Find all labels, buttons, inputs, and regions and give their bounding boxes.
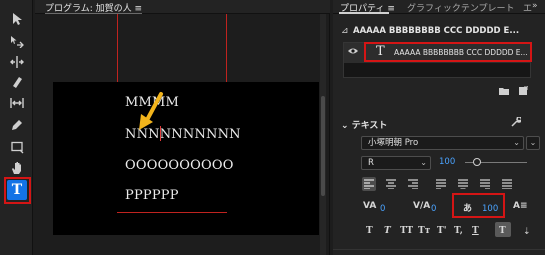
font-family-dropdown[interactable]: 小塚明朝 Pro ⌄ — [361, 136, 524, 150]
razor-icon — [13, 77, 22, 88]
ripple-edit-tool[interactable] — [7, 52, 27, 72]
justify-center-icon — [458, 179, 468, 189]
font-family-value: 小塚明朝 Pro — [368, 138, 419, 148]
panel-divider — [333, 249, 545, 250]
faux-italic-button[interactable]: T — [384, 226, 391, 236]
font-menu-button[interactable]: ⌄ — [526, 136, 540, 150]
ripple-icon — [10, 56, 24, 68]
graphic-clip-icon: ⊿ — [341, 26, 349, 36]
panel-tab-bar: プロパティ ≡ グラフィックテンプレート エ » — [333, 0, 545, 14]
font-size-value[interactable]: 100 — [439, 157, 455, 167]
chevron-down-icon[interactable]: ⌄ — [341, 121, 352, 131]
text-layer-icon: T — [376, 44, 385, 59]
rectangle-icon — [11, 141, 24, 154]
slip-icon — [10, 98, 24, 108]
kerning-value[interactable]: 0 — [431, 204, 436, 214]
subscript-button[interactable]: T, — [454, 226, 463, 236]
font-style-dropdown[interactable]: R ⌄ — [361, 156, 431, 170]
new-layer-icon[interactable] — [519, 85, 529, 98]
eye-icon[interactable] — [348, 47, 358, 58]
all-caps-button[interactable]: TT — [400, 226, 413, 236]
arrow-icon — [13, 13, 22, 25]
track-select-icon — [11, 36, 24, 48]
video-text-line: PPPPPP — [125, 188, 179, 203]
razor-tool[interactable] — [7, 72, 27, 92]
annotation-arrow — [139, 92, 163, 130]
justify-right-icon — [480, 179, 490, 189]
layer-list: T AAAAA BBBBBBBB CCC DDDDD E... — [343, 42, 531, 78]
underline-button[interactable]: T — [472, 226, 479, 236]
pen-icon — [12, 120, 22, 130]
faux-bold-button[interactable]: T — [366, 226, 373, 236]
monitor-scrollbar[interactable] — [320, 14, 326, 255]
font-style-value: R — [368, 158, 374, 168]
justify-right-button[interactable] — [478, 177, 492, 191]
align-center-button[interactable] — [384, 177, 398, 191]
chevron-down-icon: ⌄ — [513, 138, 520, 147]
hand-tool[interactable] — [7, 158, 27, 178]
track-select-tool[interactable] — [7, 31, 27, 51]
slip-tool[interactable] — [7, 93, 27, 113]
monitor-tab-bar: プログラム: 加賀の人 ≡ — [35, 0, 330, 14]
leading-icon: A≡ — [513, 201, 528, 211]
vertical-text-icon[interactable]: ⇣ — [523, 227, 531, 237]
chevron-down-icon: ⌄ — [420, 158, 427, 167]
program-monitor: プログラム: 加賀の人 ≡ MMMM NNNNNNNNNN OOOOOOOOOO… — [35, 0, 330, 255]
selection-tool[interactable] — [7, 9, 27, 29]
align-left-icon — [364, 179, 374, 189]
justify-center-button[interactable] — [456, 177, 470, 191]
align-right-button[interactable] — [406, 177, 420, 191]
clip-title: AAAAA BBBBBBBB CCC DDDDD E... — [353, 26, 520, 36]
tate-chu-yoko-button[interactable]: T — [499, 226, 506, 236]
justify-all-button[interactable] — [500, 177, 514, 191]
wrench-icon[interactable] — [511, 116, 523, 130]
justify-left-icon — [436, 179, 446, 189]
text-section-title: テキスト — [351, 121, 388, 131]
more-tabs-icon[interactable]: » — [532, 1, 538, 11]
video-frame[interactable]: MMMM NNNNNNNNNN OOOOOOOOOO PPPPPP — [53, 82, 319, 235]
tab-graphic-templates[interactable]: グラフィックテンプレート — [407, 1, 515, 14]
folder-icon[interactable] — [499, 87, 509, 98]
align-left-button[interactable] — [362, 177, 376, 191]
monitor-title[interactable]: プログラム: 加賀の人 ≡ — [45, 1, 143, 14]
hand-icon — [12, 162, 21, 174]
chevron-down-icon: ⌄ — [529, 138, 537, 147]
layer-row[interactable]: T AAAAA BBBBBBBB CCC DDDDD E... — [344, 43, 530, 63]
justify-left-button[interactable] — [434, 177, 448, 191]
video-text-line: OOOOOOOOOO — [125, 158, 234, 173]
rectangle-tool[interactable] — [7, 137, 27, 157]
align-center-icon — [386, 179, 396, 189]
tools-panel: T — [0, 0, 33, 255]
justify-all-icon — [502, 179, 512, 189]
tab-effects[interactable]: エ — [523, 1, 532, 14]
type-tool[interactable]: T — [7, 180, 27, 200]
tsume-value[interactable]: 100 — [482, 204, 498, 214]
align-right-icon — [408, 179, 418, 189]
tsume-icon: あ — [463, 204, 473, 214]
tracking-value[interactable]: 0 — [380, 204, 385, 214]
small-caps-button[interactable]: Tт — [418, 226, 430, 236]
active-tab-indicator — [339, 12, 389, 14]
kerning-icon: V/A — [413, 201, 431, 211]
tracking-icon: VA — [363, 201, 377, 211]
text-section-header[interactable]: ⌄ テキスト — [341, 118, 387, 131]
safe-margin-bottom — [117, 212, 227, 213]
type-icon: T — [11, 182, 23, 198]
layer-name: AAAAA BBBBBBBB CCC DDDDD E... — [394, 48, 528, 57]
properties-panel: プロパティ ≡ グラフィックテンプレート エ » ⊿ AAAAA BBBBBBB… — [333, 0, 545, 255]
superscript-button[interactable]: T' — [437, 226, 446, 236]
pen-tool[interactable] — [7, 115, 27, 135]
font-size-slider-handle[interactable] — [473, 158, 481, 166]
